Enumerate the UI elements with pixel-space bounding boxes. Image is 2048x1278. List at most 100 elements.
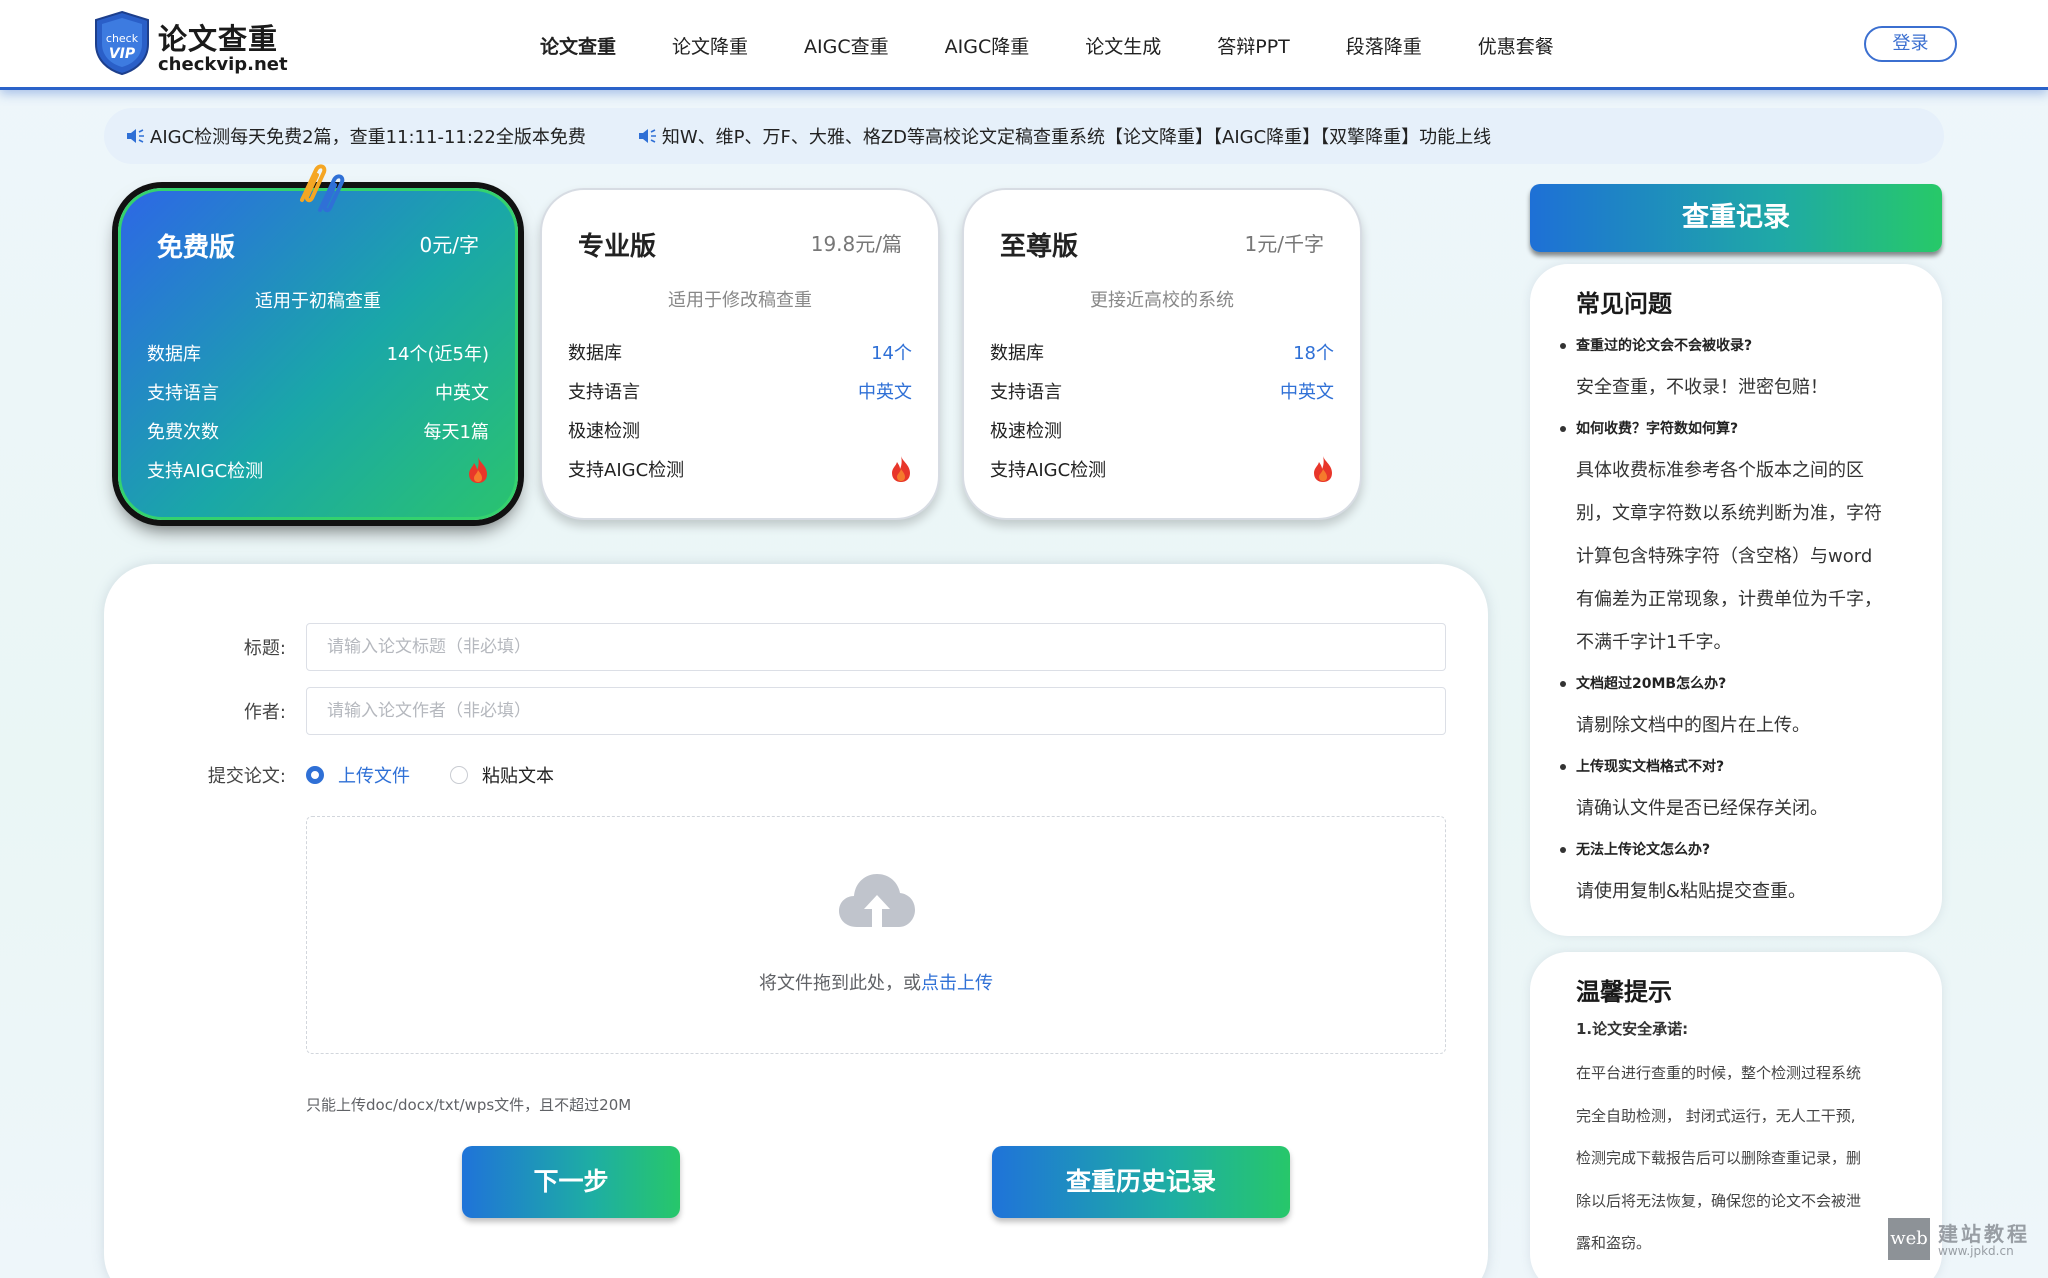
submit-paper-label: 提交论文:	[207, 766, 286, 787]
feature-label: 支持AIGC检测	[568, 459, 685, 481]
faq-question: 文档超过20MB怎么办?	[1560, 668, 1920, 704]
plan-price: 0元/字	[419, 233, 479, 257]
feature-label: 极速检测	[990, 420, 1062, 442]
faq-question: 如何收费？字符数如何算?	[1560, 413, 1920, 449]
plan-description: 更接近高校的系统	[1090, 290, 1234, 311]
plan-feature-row: 数据库 14个	[568, 332, 912, 371]
shield-text-bottom: VIP	[109, 46, 136, 62]
faq-question: 上传现实文档格式不对?	[1560, 751, 1920, 787]
feature-label: 支持AIGC检测	[990, 459, 1107, 481]
faq-card: 常见问题 查重过的论文会不会被收录? 安全查重，不收录！泄密包赔！ 如何收费？字…	[1530, 264, 1942, 936]
watermark-title: 建站教程	[1938, 1222, 2030, 1246]
nav-item-aigc-rewrite[interactable]: AIGC降重	[945, 32, 1030, 59]
brand-title: 论文查重	[158, 22, 279, 56]
plan-feature-row: 支持语言 中英文	[147, 372, 489, 411]
plan-description: 适用于修改稿查重	[668, 290, 812, 311]
faq-answer: 安全查重，不收录！泄密包赔！	[1560, 366, 1920, 409]
plan-feature-row: 免费次数 每天1篇	[147, 411, 489, 450]
feature-value: 18个	[1293, 342, 1334, 364]
feature-label: 支持AIGC检测	[147, 460, 264, 482]
login-button[interactable]: 登录	[1864, 26, 1957, 62]
nav-item-discount-package[interactable]: 优惠套餐	[1478, 32, 1554, 59]
plan-feature-row: 极速检测	[568, 410, 912, 449]
dropzone-hint: 将文件拖到此处，或	[759, 973, 921, 994]
plan-feature-row: 支持AIGC检测	[147, 450, 489, 489]
feature-label: 支持语言	[990, 381, 1062, 403]
faq-answer-line: 安全查重，不收录！泄密包赔！	[1576, 377, 1828, 398]
faq-answer-line: 请使用复制&粘贴提交查重。	[1576, 881, 1807, 902]
faq-answer-line: 具体收费标准参考各个版本之间的区	[1576, 460, 1864, 481]
paste-text-radio[interactable]	[450, 766, 468, 784]
shield-text-top: check	[106, 32, 139, 45]
plan-feature-row: 数据库 18个	[990, 332, 1334, 371]
plan-name: 专业版	[578, 232, 657, 262]
feature-label: 支持语言	[568, 381, 640, 403]
feature-value: 中英文	[435, 382, 489, 404]
feature-label: 支持语言	[147, 382, 219, 404]
notice-text: 知W、维P、万F、大雅、格ZD等高校论文定稿查重系统【论文降重】【AIGC降重】…	[661, 127, 1492, 148]
title-input[interactable]	[306, 623, 1446, 671]
nav-item-aigc-check[interactable]: AIGC查重	[804, 32, 889, 59]
faq-answer: 请使用复制&粘贴提交查重。	[1560, 870, 1920, 913]
plan-name: 至尊版	[1000, 232, 1079, 262]
plan-card-supreme[interactable]: 至尊版 1元/千字 更接近高校的系统 数据库 18个 支持语言 中英文 极速检测…	[962, 188, 1362, 520]
tips-line: 除以后将无法恢复，确保您的论文不会被泄	[1576, 1191, 1862, 1210]
feature-value: 14个	[871, 342, 912, 364]
notice-item[interactable]: AIGC检测每天免费2篇，查重11:11-11:22全版本免费	[126, 123, 586, 149]
click-upload-link[interactable]: 点击上传	[921, 973, 993, 994]
feature-value: 中英文	[858, 381, 912, 403]
notice-item[interactable]: 知W、维P、万F、大雅、格ZD等高校论文定稿查重系统【论文降重】【AIGC降重】…	[638, 123, 1491, 149]
feature-label: 免费次数	[147, 421, 219, 443]
upload-file-radio-label[interactable]: 上传文件	[338, 762, 410, 788]
faq-title: 常见问题	[1576, 290, 1672, 318]
feature-value: 14个(近5年)	[386, 343, 489, 365]
upload-file-radio[interactable]	[306, 766, 324, 784]
site-logo[interactable]: check VIP 论文查重 checkvip.net	[94, 10, 294, 78]
title-label: 标题:	[243, 638, 286, 659]
author-input[interactable]	[306, 687, 1446, 735]
cloud-upload-icon	[839, 874, 915, 927]
feature-label: 数据库	[990, 342, 1044, 364]
plan-card-pro[interactable]: 专业版 19.8元/篇 适用于修改稿查重 数据库 14个 支持语言 中英文 极速…	[540, 188, 940, 520]
author-label: 作者:	[243, 702, 286, 723]
next-step-button[interactable]: 下一步	[462, 1146, 680, 1218]
plan-feature-row: 支持AIGC检测	[568, 449, 912, 488]
faq-answer: 具体收费标准参考各个版本之间的区 别，文章字符数以系统判断为准，字符 计算包含特…	[1560, 449, 1920, 664]
plan-price: 19.8元/篇	[810, 232, 902, 256]
tips-body: 在平台进行查重的时候，整个检测过程系统 完全自助检测， 封闭式运行，无人工干预,…	[1576, 1052, 1906, 1265]
faq-list: 查重过的论文会不会被收录? 安全查重，不收录！泄密包赔！ 如何收费？字符数如何算…	[1560, 330, 1920, 917]
faq-answer-line: 别，文章字符数以系统判断为准，字符	[1576, 503, 1882, 524]
file-dropzone[interactable]: 将文件拖到此处，或点击上传	[306, 816, 1446, 1054]
tips-subtitle: 1.论文安全承诺:	[1576, 1020, 1689, 1038]
paste-text-radio-label[interactable]: 粘贴文本	[482, 762, 554, 788]
nav-item-paragraph-rewrite[interactable]: 段落降重	[1346, 32, 1422, 59]
faq-answer: 请剔除文档中的图片在上传。	[1560, 704, 1920, 747]
faq-answer: 请确认文件是否已经保存关闭。	[1560, 787, 1920, 830]
faq-answer-line: 请剔除文档中的图片在上传。	[1576, 715, 1810, 736]
main-nav: 论文查重 论文降重 AIGC查重 AIGC降重 论文生成 答辩PPT 段落降重 …	[540, 0, 1610, 90]
watermark-box: web	[1888, 1218, 1930, 1260]
nav-item-paper-rewrite[interactable]: 论文降重	[672, 32, 748, 59]
brand-domain: checkvip.net	[158, 54, 288, 75]
feature-label: 数据库	[147, 343, 201, 365]
feature-label: 数据库	[568, 342, 622, 364]
faq-question: 查重过的论文会不会被收录?	[1560, 330, 1920, 366]
watermark: web 建站教程 www.jpkd.cn	[1888, 1218, 2038, 1260]
plan-card-free[interactable]: 免费版 0元/字 适用于初稿查重 数据库 14个(近5年) 支持语言 中英文 免…	[118, 188, 518, 520]
faq-answer-line: 请确认文件是否已经保存关闭。	[1576, 798, 1828, 819]
tips-title: 温馨提示	[1576, 978, 1672, 1006]
speaker-icon	[127, 129, 144, 143]
nav-item-paper-check[interactable]: 论文查重	[540, 32, 616, 59]
check-record-button[interactable]: 查重记录	[1530, 184, 1942, 252]
speaker-icon	[638, 129, 656, 143]
plan-description: 适用于初稿查重	[255, 291, 381, 312]
plan-price: 1元/千字	[1244, 232, 1324, 256]
dropzone-text: 将文件拖到此处，或点击上传	[307, 969, 1445, 995]
check-history-button[interactable]: 查重历史记录	[992, 1146, 1290, 1218]
faq-answer-line: 不满千字计1千字。	[1576, 632, 1732, 653]
nav-item-paper-generate[interactable]: 论文生成	[1085, 32, 1161, 59]
feature-value: 中英文	[1280, 381, 1334, 403]
top-header: check VIP 论文查重 checkvip.net 论文查重 论文降重 AI…	[0, 0, 2048, 90]
nav-item-defense-ppt[interactable]: 答辩PPT	[1217, 32, 1290, 59]
submit-form-panel: 标题: 作者: 提交论文: 上传文件 粘贴文本 将文件拖到此处，或点击上传 只能…	[104, 564, 1488, 1278]
